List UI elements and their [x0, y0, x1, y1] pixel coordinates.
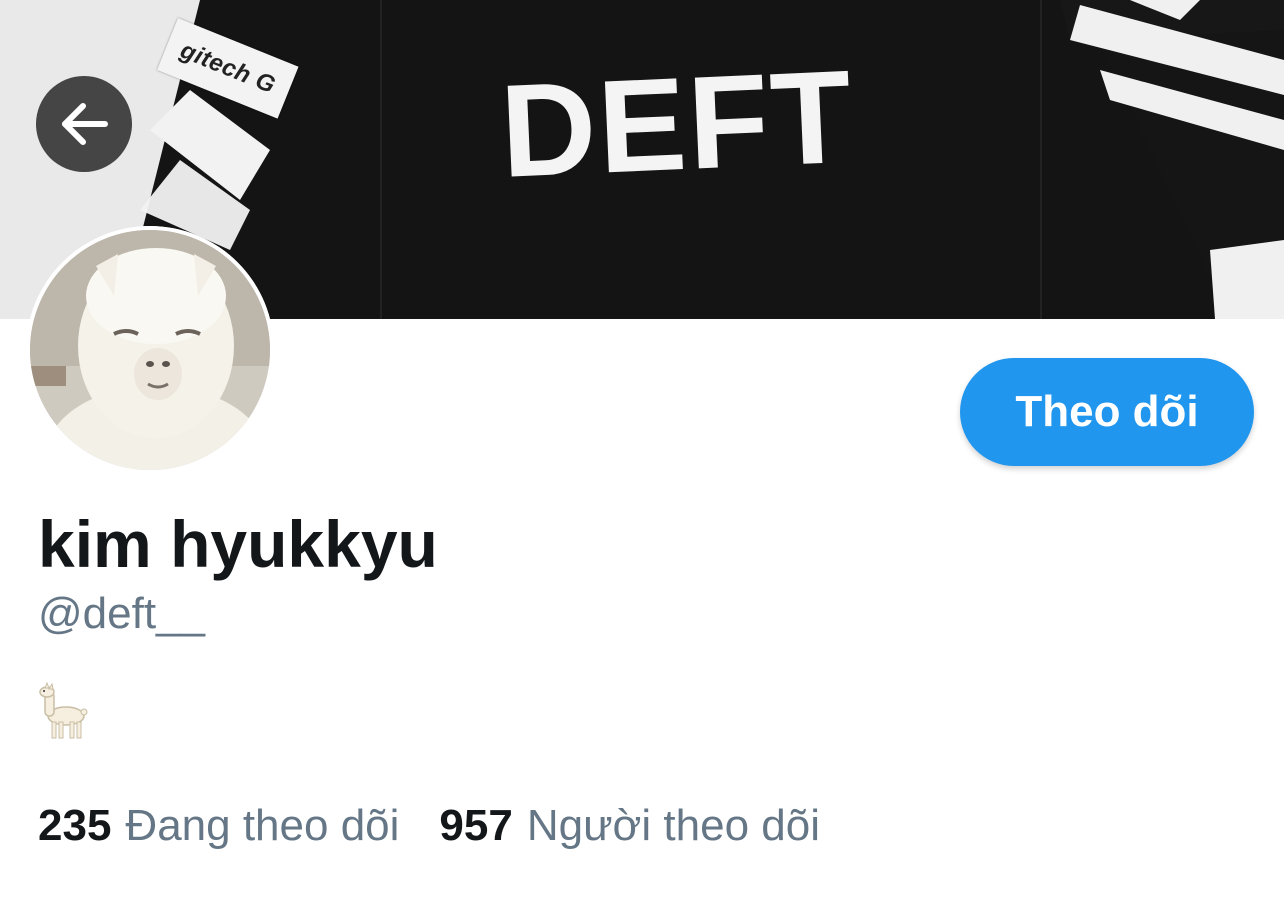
following-stat[interactable]: 235 Đang theo dõi — [38, 800, 399, 853]
avatar[interactable] — [26, 226, 274, 474]
following-label: Đang theo dõi — [125, 801, 400, 850]
profile-stats: 235 Đang theo dõi 957 Người theo dõi — [38, 800, 820, 853]
back-button[interactable] — [36, 76, 132, 172]
llama-icon — [39, 682, 88, 739]
followers-count: 957 — [439, 801, 513, 850]
handle: @deft__ — [38, 589, 205, 638]
following-count: 235 — [38, 801, 112, 850]
follow-button[interactable]: Theo dõi — [960, 358, 1254, 466]
profile-page: gitech G DEFT Theo dõi kim hyukkyu @deft… — [0, 0, 1284, 903]
jersey-text: DEFT — [497, 42, 857, 205]
bio — [38, 682, 90, 740]
followers-label: Người theo dõi — [526, 801, 820, 850]
display-name: kim hyukkyu — [38, 507, 438, 581]
arrow-left-icon — [62, 103, 108, 145]
followers-stat[interactable]: 957 Người theo dõi — [439, 800, 820, 853]
avatar-alpaca-photo — [26, 226, 274, 474]
